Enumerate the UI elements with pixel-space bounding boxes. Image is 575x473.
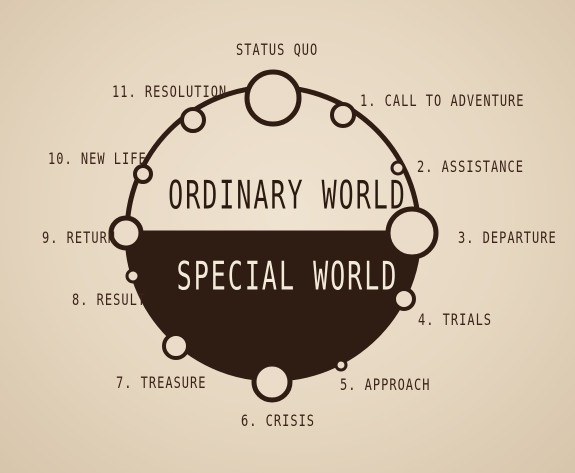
- stage-label-result: 8. RESULT: [72, 290, 147, 309]
- stage-label-crisis: 6. CRISIS: [241, 411, 316, 430]
- ordinary-world-label: ORDINARY WORLD: [168, 173, 407, 218]
- stage-label-call-to-adventure: 1. CALL TO ADVENTURE: [360, 91, 525, 110]
- node-call-to-adventure: [330, 102, 356, 128]
- node-resolution: [180, 107, 206, 133]
- node-approach: [334, 358, 348, 372]
- stage-label-resolution: 11. RESOLUTION: [112, 82, 228, 101]
- stage-label-new-life: 10. NEW LIFE: [48, 149, 147, 168]
- node-crisis: [251, 361, 293, 403]
- stage-label-assistance: 2. ASSISTANCE: [417, 157, 524, 176]
- node-status-quo: [244, 69, 302, 127]
- stage-label-return: 9. RETURN: [42, 228, 117, 247]
- stage-label-status-quo: STATUS QUO: [236, 40, 319, 59]
- stage-label-trials: 4. TRIALS: [418, 310, 493, 329]
- node-treasure: [162, 332, 190, 360]
- stage-label-approach: 5. APPROACH: [340, 375, 431, 394]
- stage-label-treasure: 7. TREASURE: [116, 373, 207, 392]
- stage-label-departure: 3. DEPARTURE: [458, 228, 557, 247]
